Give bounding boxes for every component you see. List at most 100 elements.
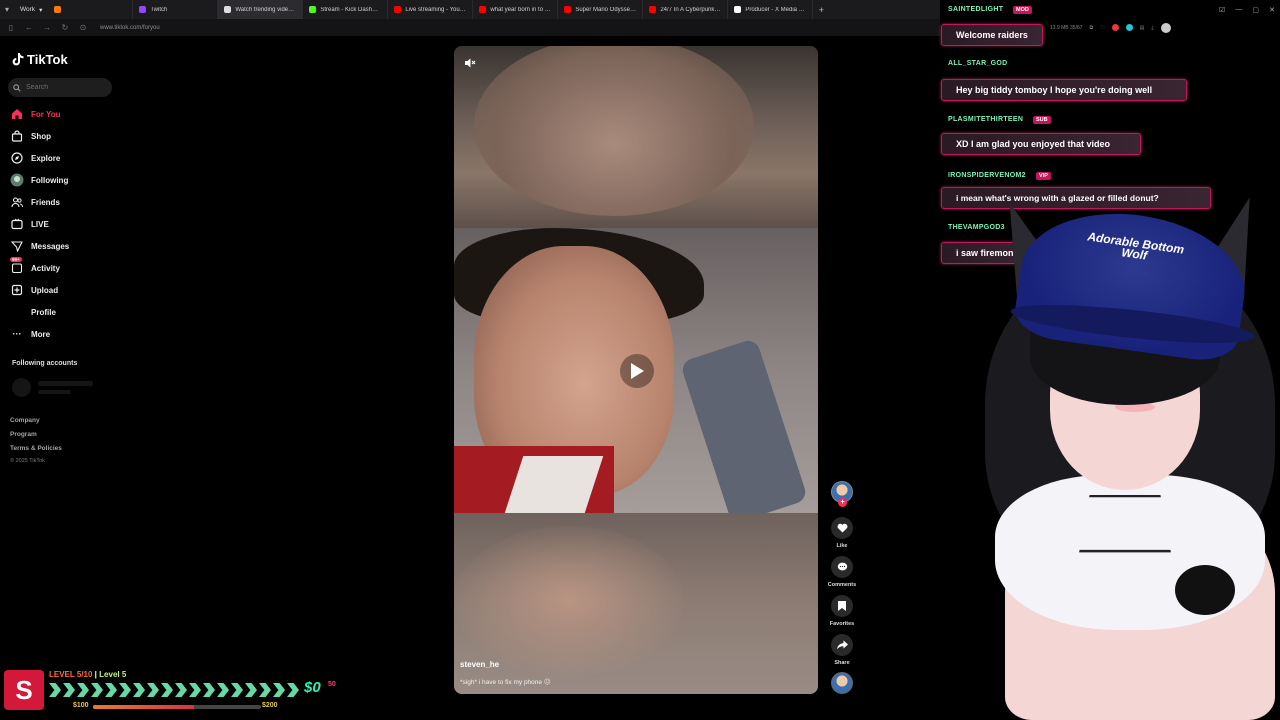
nav-label: LIVE [31,219,49,229]
footer-link-terms[interactable]: Terms & Policies [10,445,62,452]
extension-icon[interactable]: ⧉ [1090,25,1094,31]
browser-tab-active[interactable]: Watch trending videos for y [218,0,304,19]
workspace-switcher[interactable]: Work ▾ [14,0,48,19]
vtuber-chest-tattoo [1079,495,1171,553]
level-progress-chevrons [49,683,303,697]
browser-tab[interactable]: Stream - Kick Dashboard [303,0,389,19]
stream-level-widget: S LEVEL 5/10 | Level 5 $0 50 $100 $200 [0,668,345,720]
check-icon[interactable]: ☑ [1219,6,1225,14]
nav-for-you[interactable]: For You [10,106,60,122]
browser-tab[interactable]: Live streaming - YouTub... [388,0,474,19]
minimize-icon[interactable]: — [1235,6,1242,13]
chat-badge-mod: MOD [1013,6,1032,14]
twitch-favicon-icon [139,6,147,13]
footer-link-company[interactable]: Company [10,417,40,424]
level-chevron [175,683,187,697]
search-bar[interactable] [8,78,112,97]
bookmark-icon[interactable]: ♡ [1100,25,1104,31]
level-separator: | [94,670,97,679]
tiktok-logo[interactable]: TikTok [12,52,68,67]
level-chevron [231,683,243,697]
sidebar-panel-icon[interactable]: ▯ [6,23,16,32]
extension-icon[interactable] [1125,24,1133,31]
footer-link-program[interactable]: Program [10,431,37,438]
music-disc-avatar[interactable] [831,672,853,694]
record-extension-icon[interactable] [1111,24,1119,31]
profile-avatar-icon[interactable] [1160,22,1171,33]
comment-icon [837,562,847,571]
nav-label: Friends [31,197,60,207]
site-info-icon[interactable]: ⊙ [78,23,88,32]
level-chevron [273,683,285,697]
level-chevron [203,683,215,697]
play-button[interactable] [620,354,654,388]
browser-tab[interactable]: what year born in to be o... [473,0,559,19]
youtube-favicon-icon [479,6,487,13]
browser-tab[interactable]: Twitch [133,0,219,19]
share-icon [836,640,848,650]
nav-profile[interactable]: Profile [10,304,56,320]
search-input[interactable] [26,84,106,91]
chat-username: ALL_STAR_GOD [948,60,1008,67]
forward-icon[interactable]: → [42,23,52,32]
nav-messages[interactable]: Messages [10,238,69,254]
chat-message: XD I am glad you enjoyed that video [941,133,1141,155]
mute-icon[interactable] [464,56,476,68]
play-icon [631,363,644,379]
video-player[interactable]: steven_he *sigh* i have to fix my phone … [454,46,818,694]
stream-logo: S [4,670,44,710]
tab-label: Super Mario Odyssey - F... [575,6,636,13]
address-bar: ▯ ← → ↻ ⊙ www.tiktok.com/foryou [0,19,940,36]
browser-tab[interactable]: Producer - X Media Studio [728,0,814,19]
tab-label: Stream - Kick Dashboard [320,6,382,13]
nav-label: Explore [31,153,61,163]
share-button[interactable] [831,634,853,656]
extensions-menu-icon[interactable]: ▤ [1140,25,1145,31]
nav-explore[interactable]: Explore [10,150,60,166]
like-button[interactable] [831,517,853,539]
copyright-text: © 2025 TikTok [10,458,45,464]
level-indicator: LEVEL 5/10 | Level 5 [49,670,126,679]
browser-tab[interactable] [48,0,134,19]
video-caption: *sigh* i have to fix my phone 😐 [460,679,551,686]
level-name: Level 5 [99,670,127,679]
video-author[interactable]: steven_he [460,660,499,669]
window-controls: ☑ — ▢ ✕ [1214,0,1280,19]
youtube-favicon-icon [649,6,657,13]
comments-button[interactable] [831,556,853,578]
tiktok-favicon-icon [224,6,232,13]
youtube-favicon-icon [564,6,572,13]
back-icon[interactable]: ← [24,23,34,32]
nav-friends[interactable]: Friends [10,194,60,210]
activity-icon: 99+ [10,257,24,275]
browser-tab[interactable]: 24/7 In A Cyberpunk Apa... [643,0,729,19]
nav-shop[interactable]: Shop [10,128,51,144]
follow-plus-icon[interactable]: + [838,498,847,507]
tab-label: what year born in to be o... [490,6,552,13]
vtuber-avatar: Adorable Bottom Wolf [975,189,1280,720]
nav-label: More [31,329,51,339]
url-field[interactable]: www.tiktok.com/foryou [100,25,160,31]
nav-upload[interactable]: Upload [10,282,58,298]
nav-more[interactable]: ··· More [10,326,51,342]
tiktok-note-icon [12,53,24,66]
loading-avatar-placeholder [12,378,31,397]
downloads-icon[interactable]: ⤓ [1151,25,1153,31]
level-chevron [147,683,159,697]
friends-icon [10,195,24,209]
nav-activity[interactable]: 99+ Activity [10,257,60,276]
goal-min: $100 [73,702,89,709]
nav-following[interactable]: Following [10,172,68,188]
sidebar-toggle-icon[interactable]: ▾ [0,0,14,19]
maximize-icon[interactable]: ▢ [1252,6,1259,14]
following-avatar-icon [10,173,24,187]
favorites-button[interactable] [831,595,853,617]
goal-progress-fill [93,705,194,709]
close-icon[interactable]: ✕ [1269,6,1275,14]
browser-tab[interactable]: Super Mario Odyssey - F... [558,0,644,19]
reload-icon[interactable]: ↻ [60,23,70,32]
tab-label: Live streaming - YouTub... [405,6,467,13]
nav-live[interactable]: LIVE [10,216,49,232]
new-tab-button[interactable]: + [813,5,829,15]
chat-username: PLASMITETHIRTEEN [948,116,1024,123]
